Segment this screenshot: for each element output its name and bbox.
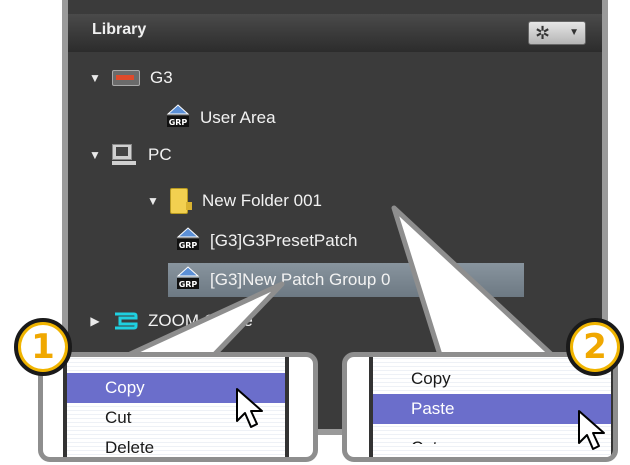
svg-text:GRP: GRP xyxy=(179,241,198,250)
tree-item-new-patch-group[interactable]: GRP [G3]New Patch Group 0 xyxy=(168,263,524,297)
zoom-online-icon xyxy=(112,311,138,331)
tree-item-label: User Area xyxy=(200,108,276,127)
tree-item-label: G3 xyxy=(150,68,173,87)
expand-arrow-icon[interactable]: ▼ xyxy=(146,194,160,208)
svg-text:GRP: GRP xyxy=(169,118,188,127)
tree-item-label: New Folder 001 xyxy=(202,191,323,210)
tree-item-zoom-online[interactable]: ▶ ZOOM Online xyxy=(88,306,253,336)
callout-1: Copy Cut Delete xyxy=(38,352,318,462)
tree-item-label: ZOOM Online xyxy=(148,311,253,330)
tree-item-g3[interactable]: ▼ G3 xyxy=(88,63,173,93)
tree-item-label: PC xyxy=(148,145,172,164)
mouse-cursor-icon xyxy=(236,388,263,428)
mouse-cursor-icon xyxy=(578,410,605,450)
library-title: Library xyxy=(92,21,147,38)
step-badge-2: 2 xyxy=(566,318,624,376)
svg-text:GRP: GRP xyxy=(179,280,198,289)
gear-menu-button[interactable]: ✲ ▼ xyxy=(528,21,586,45)
computer-icon xyxy=(112,144,138,166)
expand-arrow-icon[interactable]: ▼ xyxy=(88,148,102,162)
grp-icon: GRP xyxy=(176,226,200,257)
folder-icon xyxy=(170,188,192,214)
tree-item-label: [G3]New Patch Group 0 xyxy=(210,270,391,289)
expand-arrow-icon[interactable]: ▼ xyxy=(88,71,102,85)
expand-arrow-icon[interactable]: ▶ xyxy=(88,314,102,328)
tree-item-new-folder[interactable]: ▼ New Folder 001 xyxy=(146,186,322,216)
tree-item-preset-patch[interactable]: GRP [G3]G3PresetPatch xyxy=(176,226,357,256)
tree-item-user-area[interactable]: GRP User Area xyxy=(166,103,276,133)
menu-item-cut[interactable]: Cut xyxy=(373,424,611,444)
device-icon xyxy=(112,70,140,86)
grp-icon: GRP xyxy=(166,103,190,134)
grp-icon: GRP xyxy=(176,265,200,296)
library-header: Library ✲ ▼ xyxy=(68,14,602,52)
tree-item-pc[interactable]: ▼ PC xyxy=(88,140,172,170)
menu-item-delete[interactable]: Delete xyxy=(67,433,285,457)
tree-item-label: [G3]G3PresetPatch xyxy=(210,231,358,250)
menu-item-paste[interactable]: Paste xyxy=(373,394,611,424)
step-badge-1: 1 xyxy=(14,318,72,376)
chevron-down-icon: ▼ xyxy=(569,27,579,38)
gear-icon: ✲ xyxy=(535,23,551,43)
